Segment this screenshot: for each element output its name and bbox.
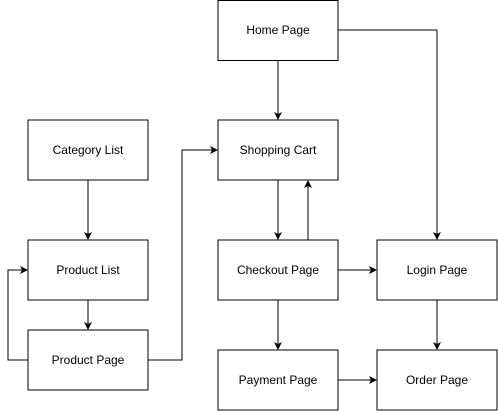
node-login-page[interactable]: Login Page — [376, 239, 498, 301]
node-order-page-label: Order Page — [406, 373, 468, 387]
node-shopping-cart[interactable]: Shopping Cart — [217, 119, 339, 181]
node-product-page-label: Product Page — [52, 353, 125, 367]
node-payment-page-label: Payment Page — [239, 373, 318, 387]
edges-group — [7, 29, 441, 384]
node-category-list[interactable]: Category List — [27, 119, 149, 181]
node-payment-page[interactable]: Payment Page — [217, 349, 339, 411]
nodes-group: Home Page Category List Shopping Cart Pr… — [27, 0, 498, 411]
flowchart-diagram: Home Page Category List Shopping Cart Pr… — [7, 0, 498, 411]
node-product-list-label: Product List — [56, 263, 120, 277]
node-product-list[interactable]: Product List — [27, 239, 149, 301]
node-home-page-label: Home Page — [246, 23, 310, 37]
node-checkout-page-label: Checkout Page — [237, 263, 319, 277]
node-category-list-label: Category List — [53, 143, 124, 157]
edge-home-to-login — [338, 29, 441, 240]
edge-productpage-to-productlist — [7, 266, 28, 361]
node-login-page-label: Login Page — [407, 263, 468, 277]
node-shopping-cart-label: Shopping Cart — [240, 143, 317, 157]
node-checkout-page[interactable]: Checkout Page — [217, 239, 339, 301]
edge-productpage-to-cart — [148, 146, 218, 361]
node-product-page[interactable]: Product Page — [27, 329, 149, 391]
node-order-page[interactable]: Order Page — [376, 349, 498, 411]
node-home-page[interactable]: Home Page — [217, 0, 339, 61]
